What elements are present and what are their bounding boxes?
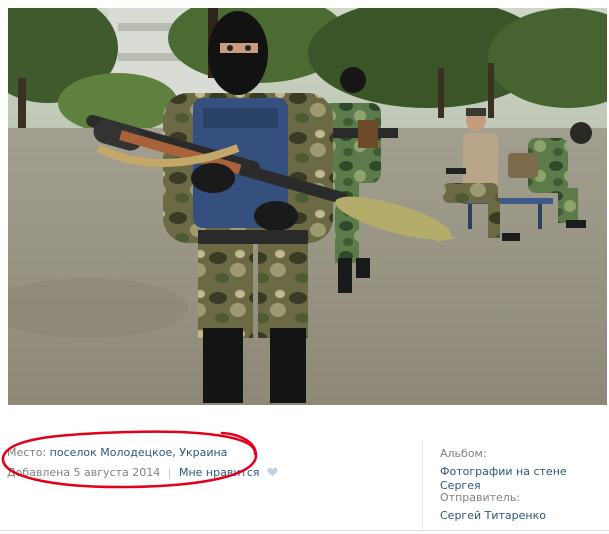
photo-viewer: Место: поселок Молодецкое, Украина Добав… xyxy=(0,0,609,534)
place-row: Место: поселок Молодецкое, Украина xyxy=(7,446,407,466)
album-link[interactable]: Фотографии на стене Сергея xyxy=(440,465,605,492)
photo-source: Альбом: Фотографии на стене Сергея Отпра… xyxy=(440,447,605,534)
album-label: Альбом: xyxy=(440,447,487,460)
place-label: Место: xyxy=(7,446,47,459)
meta-row: Добавлена 5 августа 2014 | Мне нравится xyxy=(7,466,407,486)
like-button[interactable]: Мне нравится xyxy=(179,466,260,479)
column-divider xyxy=(422,440,423,530)
sender-label: Отправитель: xyxy=(440,491,521,504)
added-date: Добавлена 5 августа 2014 xyxy=(7,466,161,479)
photo-image xyxy=(8,8,607,405)
photo[interactable] xyxy=(8,8,607,405)
heart-icon[interactable] xyxy=(267,467,278,481)
separator: | xyxy=(167,466,172,479)
bottom-divider xyxy=(0,530,609,531)
photo-details: Место: поселок Молодецкое, Украина Добав… xyxy=(7,446,407,486)
place-link[interactable]: поселок Молодецкое, Украина xyxy=(50,446,228,459)
